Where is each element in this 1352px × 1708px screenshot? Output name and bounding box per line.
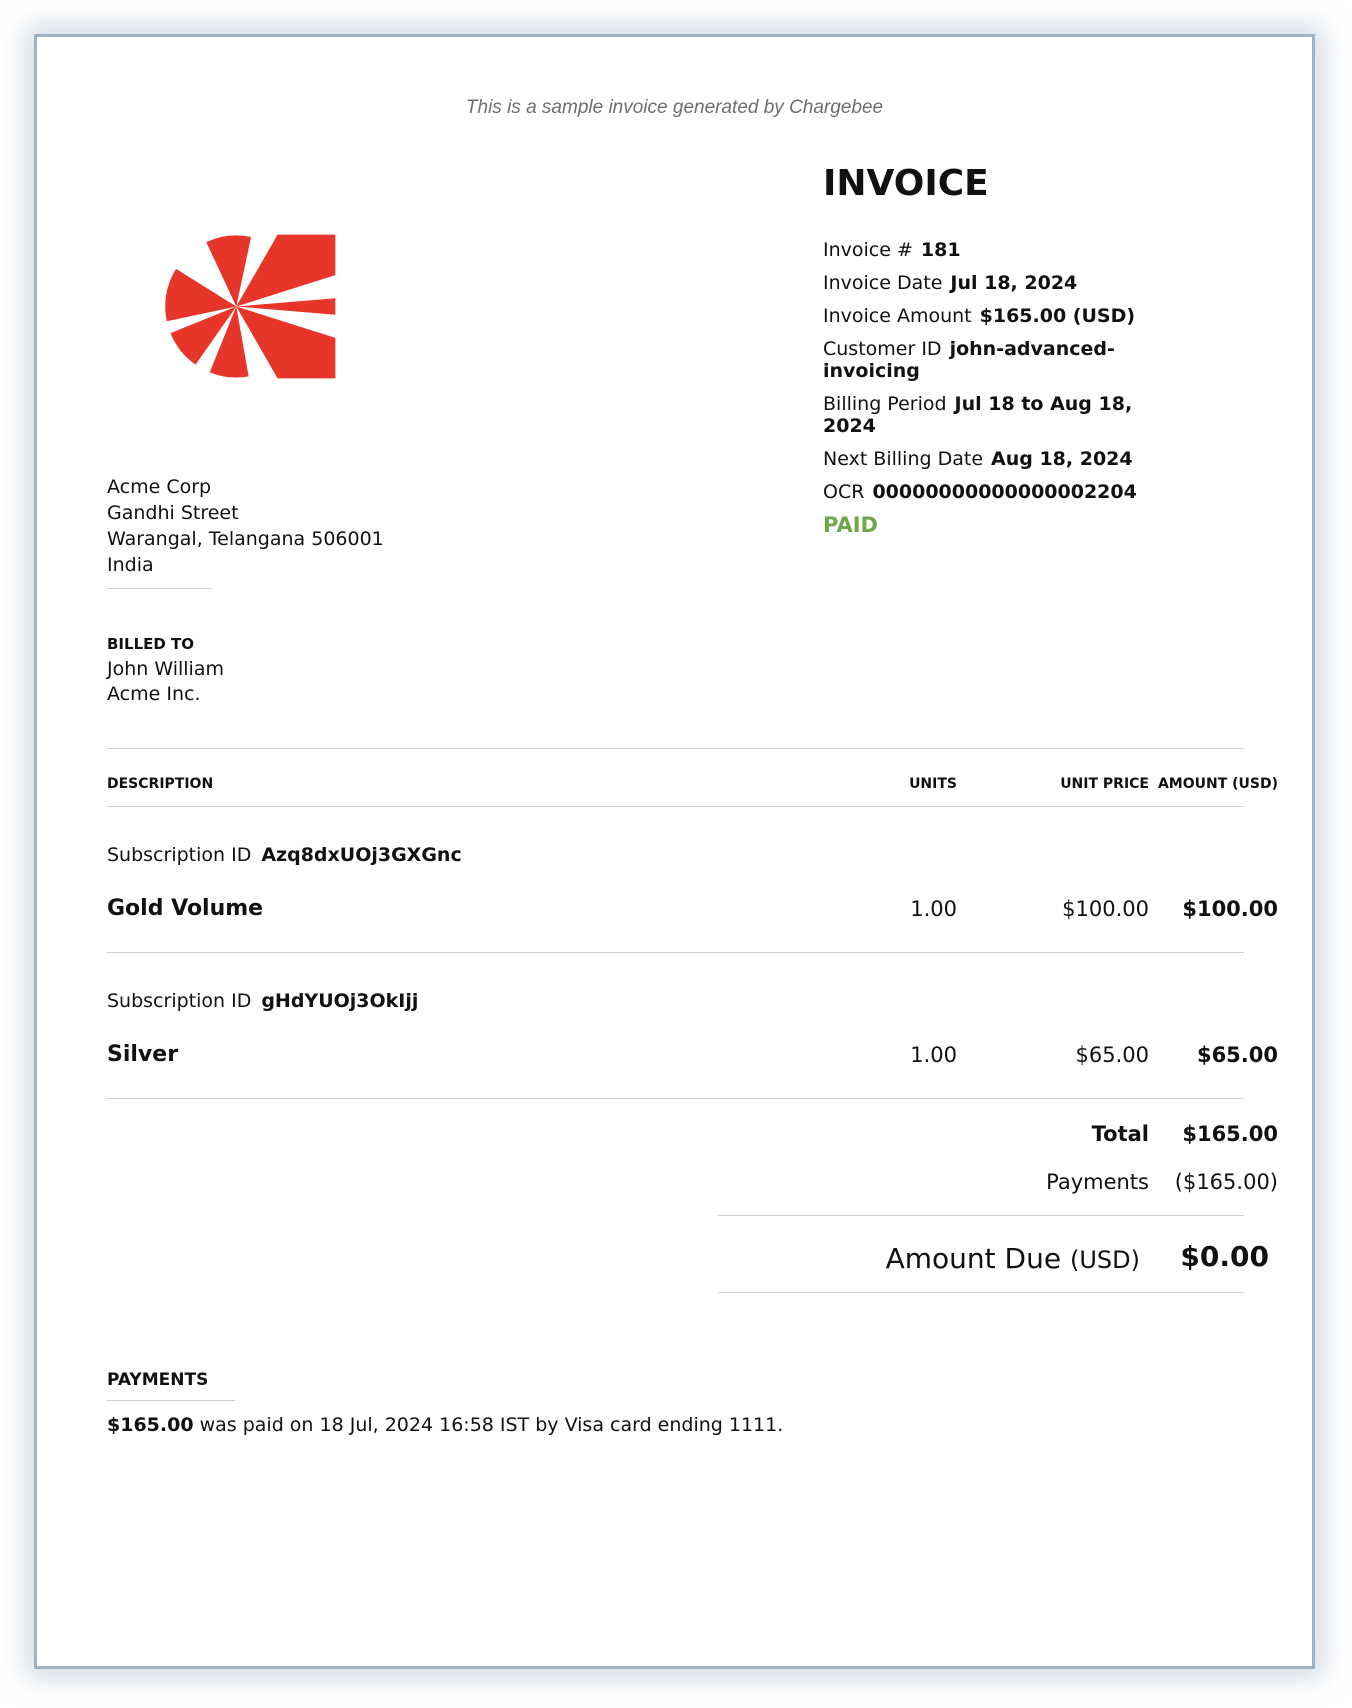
table-top-rule (107, 748, 1244, 749)
line-item-name: Silver (107, 1042, 179, 1067)
next-billing-label: Next Billing Date (823, 448, 984, 470)
logo-block-wedge (236, 234, 336, 307)
invoice-amount: $165.00 (USD) (979, 305, 1136, 327)
header-amount: AMOUNT (USD) (1157, 776, 1278, 792)
subscription-id-label: Subscription ID (107, 990, 252, 1012)
table-header-rule (107, 806, 1244, 807)
payments-value: ($165.00) (1174, 1170, 1278, 1194)
billed-to-label: BILLED TO (107, 635, 195, 653)
subscription-id-label: Subscription ID (107, 844, 252, 866)
invoice-date: Jul 18, 2024 (950, 272, 1078, 294)
invoice-date-row: Invoice Date Jul 18, 2024 (823, 272, 1183, 294)
ocr-label: OCR (823, 481, 865, 503)
payments-divider (107, 1400, 235, 1401)
invoice-number-row: Invoice # 181 (823, 239, 1183, 261)
seller-address: Acme Corp Gandhi Street Warangal, Telang… (107, 474, 384, 578)
amount-due-top-rule (718, 1215, 1244, 1216)
payment-amount: $165.00 (107, 1414, 194, 1436)
status-badge: PAID (823, 513, 878, 537)
line-item-units: 1.00 (910, 1043, 957, 1067)
seller-city: Warangal, Telangana 506001 (107, 528, 384, 550)
line-item-units: 1.00 (910, 897, 957, 921)
total-label: Total (1091, 1122, 1149, 1146)
invoice-date-label: Invoice Date (823, 272, 943, 294)
subscription-id: Azq8dxUOj3GXGnc (261, 844, 462, 866)
pinwheel-logo-icon (162, 219, 337, 394)
row-divider (107, 1098, 1244, 1099)
subscription-id-row: Subscription ID gHdYUOj3OkIjj (107, 990, 418, 1012)
subscription-id: gHdYUOj3OkIjj (261, 990, 419, 1012)
line-item-name: Gold Volume (107, 896, 264, 921)
seller-country: India (107, 554, 154, 576)
billed-to: John William Acme Inc. (107, 657, 224, 707)
total-value: $165.00 (1182, 1122, 1278, 1146)
amount-due-value: $0.00 (1180, 1240, 1269, 1273)
subscription-id-row: Subscription ID Azq8dxUOj3GXGnc (107, 844, 462, 866)
payments-label: Payments (1046, 1170, 1149, 1194)
payment-record: $165.00 was paid on 18 Jul, 2024 16:58 I… (107, 1414, 783, 1436)
customer-id-label: Customer ID (823, 338, 942, 360)
line-item-amount: $65.00 (1196, 1043, 1278, 1067)
payments-heading: PAYMENTS (107, 1370, 209, 1390)
seller-divider (107, 588, 212, 589)
payment-description: was paid on 18 Jul, 2024 16:58 IST by Vi… (199, 1414, 784, 1436)
amount-due-text: Amount Due (885, 1242, 1062, 1275)
ocr-row: OCR 00000000000000002204 (823, 481, 1183, 503)
invoice-number-label: Invoice # (823, 239, 913, 261)
billing-period-row: Billing Period Jul 18 to Aug 18, 2024 (823, 393, 1183, 437)
amount-due-bottom-rule (718, 1292, 1244, 1293)
invoice-title: INVOICE (823, 163, 989, 204)
billing-period-label: Billing Period (823, 393, 947, 415)
header-description: DESCRIPTION (107, 776, 214, 792)
invoice-amount-label: Invoice Amount (823, 305, 972, 327)
seller-street: Gandhi Street (107, 502, 239, 524)
customer-id-row: Customer ID john-advanced-invoicing (823, 338, 1183, 382)
row-divider (107, 952, 1244, 953)
sample-note: This is a sample invoice generated by Ch… (465, 97, 884, 118)
invoice-amount-row: Invoice Amount $165.00 (USD) (823, 305, 1183, 327)
logo-block-wedge (236, 306, 336, 379)
billed-to-company: Acme Inc. (107, 683, 201, 705)
ocr-value: 00000000000000002204 (872, 481, 1137, 503)
line-item-amount: $100.00 (1182, 897, 1278, 921)
amount-due-label: Amount Due (USD) (797, 1242, 1140, 1275)
invoice-number: 181 (920, 239, 961, 261)
invoice-page: This is a sample invoice generated by Ch… (34, 34, 1315, 1669)
next-billing-date: Aug 18, 2024 (991, 448, 1133, 470)
seller-name: Acme Corp (107, 476, 212, 498)
header-units: UNITS (909, 776, 957, 792)
invoice-meta: Invoice # 181 Invoice Date Jul 18, 2024 In… (823, 239, 1183, 536)
billed-to-name: John William (107, 658, 224, 680)
next-billing-row: Next Billing Date Aug 18, 2024 (823, 448, 1183, 470)
